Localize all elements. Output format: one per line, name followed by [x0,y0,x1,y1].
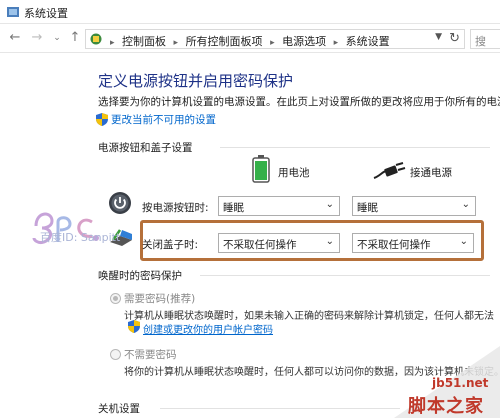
power-button-plugged-select[interactable]: 睡眠 ⌄ [352,196,476,216]
section-divider [160,408,400,409]
title-bar: 系统设置 [0,0,500,24]
no-password-label: 不需要密码 [124,349,177,361]
battery-icon [252,155,270,183]
site-watermark: jb51.net 脚本之家 [394,346,500,418]
uac-shield-icon [128,320,140,333]
chevron-down-icon: ⌄ [325,236,334,247]
uac-shield-icon [96,113,108,126]
page-description: 选择要为你的计算机设置的电源设置。在此页上对设置所做的更改将应用于你所有的电源计 [98,96,500,108]
chevron-down-icon: ⌄ [325,199,334,210]
page-title: 定义电源按钮并启用密码保护 [98,72,294,90]
power-button-icon [109,192,131,214]
require-password-label: 需要密码(推荐) [124,293,196,305]
row-label-power-button: 按电源按钮时: [142,202,209,214]
breadcrumb[interactable]: ▸ 控制面板 ▸ 所有控制面板项 ▸ 电源选项 ▸ 系统设置 ▼ ↻ [85,29,465,49]
chevron-down-icon: ⌄ [461,199,470,210]
chevron-down-icon: ⌄ [459,236,468,247]
breadcrumb-item[interactable]: 系统设置 [346,35,390,48]
breadcrumb-item[interactable]: 控制面板 [122,35,166,48]
section-divider [220,147,490,148]
forward-arrow-icon[interactable]: → [30,31,44,45]
column-header-plugged: 接通电源 [410,167,452,179]
power-plug-icon [373,162,406,179]
require-password-description: 计算机从睡眠状态唤醒时，如果未输入正确的密码来解除计算机锁定，任何人都无法 [124,311,494,322]
row-label-close-lid: 关闭盖子时: [142,239,199,251]
search-input[interactable]: 搜 [470,29,500,49]
author-watermark-text: 百度ID: Sanpitt [40,231,121,244]
recent-dropdown-icon[interactable]: ⌄ [50,31,64,45]
author-watermark-logo [32,212,99,244]
require-password-radio[interactable] [110,293,121,304]
breadcrumb-item[interactable]: 电源选项 [282,35,326,48]
back-arrow-icon[interactable]: ← [8,31,22,45]
section-title-power: 电源按钮和盖子设置 [98,142,193,154]
power-button-battery-select[interactable]: 睡眠 ⌄ [218,196,340,216]
section-title-wake: 唤醒时的密码保护 [98,270,182,282]
change-unavailable-settings-link[interactable]: 更改当前不可用的设置 [96,112,216,127]
column-header-battery: 用电池 [278,167,310,179]
no-password-radio[interactable] [110,349,121,360]
settings-app-icon [7,7,19,17]
refresh-icon[interactable]: ↻ [449,31,460,46]
close-lid-battery-select[interactable]: 不采取任何操作 ⌄ [218,233,340,253]
address-bar: ← → ⌄ ↑ ▸ 控制面板 ▸ 所有控制面板项 ▸ 电源选项 ▸ 系统设置 ▼… [0,25,500,53]
breadcrumb-item[interactable]: 所有控制面板项 [186,35,263,48]
section-title-shutdown: 关机设置 [98,403,140,415]
window-title: 系统设置 [24,7,68,20]
close-lid-plugged-select[interactable]: 不采取任何操作 ⌄ [352,233,474,253]
change-password-link[interactable]: 创建或更改你的用户帐户密码 [143,321,273,336]
section-divider [200,275,490,276]
control-panel-icon [90,33,102,45]
up-arrow-icon[interactable]: ↑ [68,31,82,45]
chevron-down-icon[interactable]: ▼ [435,32,442,42]
